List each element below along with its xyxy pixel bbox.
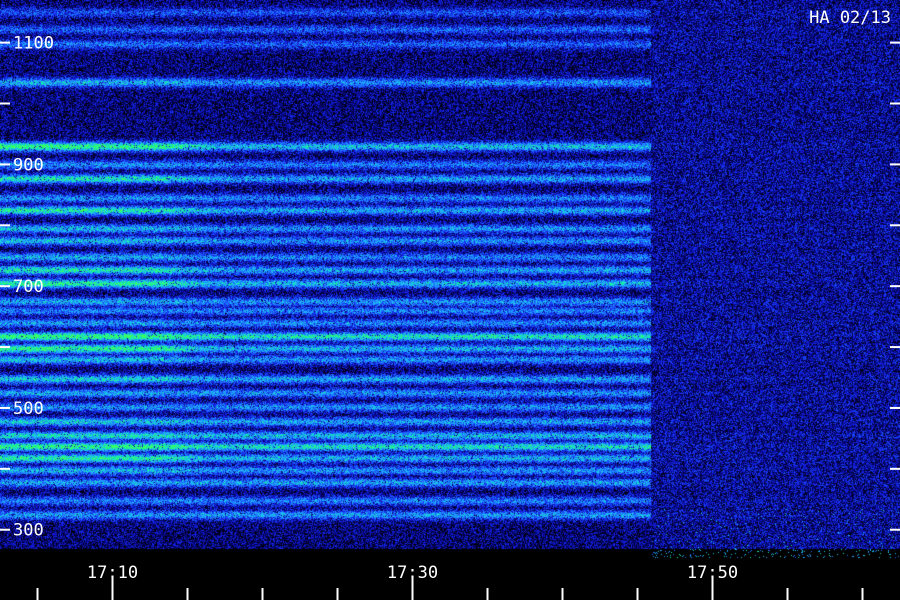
spectrogram-chart: HA 02/13 17:10 17:30 17:50 300 500 700 900 110… [0, 0, 900, 600]
x-axis-tick-labels: 17:10 17:30 17:50 [87, 563, 738, 583]
y-tick-label: 700 [13, 277, 44, 297]
y-axis-ticks [0, 41, 900, 531]
y-tick-label: 900 [13, 155, 44, 175]
x-tick-label: 17:50 [687, 563, 738, 583]
y-axis-tick-labels: 300 500 700 900 1100 [13, 34, 54, 541]
y-tick-label: 500 [13, 399, 44, 419]
x-tick-label: 17:30 [387, 563, 438, 583]
chart-axes-overlay: HA 02/13 17:10 17:30 17:50 300 500 700 900 110… [0, 8, 900, 600]
y-tick-label: 1100 [13, 34, 54, 54]
chart-title: HA 02/13 [809, 8, 891, 28]
x-tick-label: 17:10 [87, 563, 138, 583]
y-tick-label: 300 [13, 521, 44, 541]
x-axis-ticks [36, 578, 864, 600]
